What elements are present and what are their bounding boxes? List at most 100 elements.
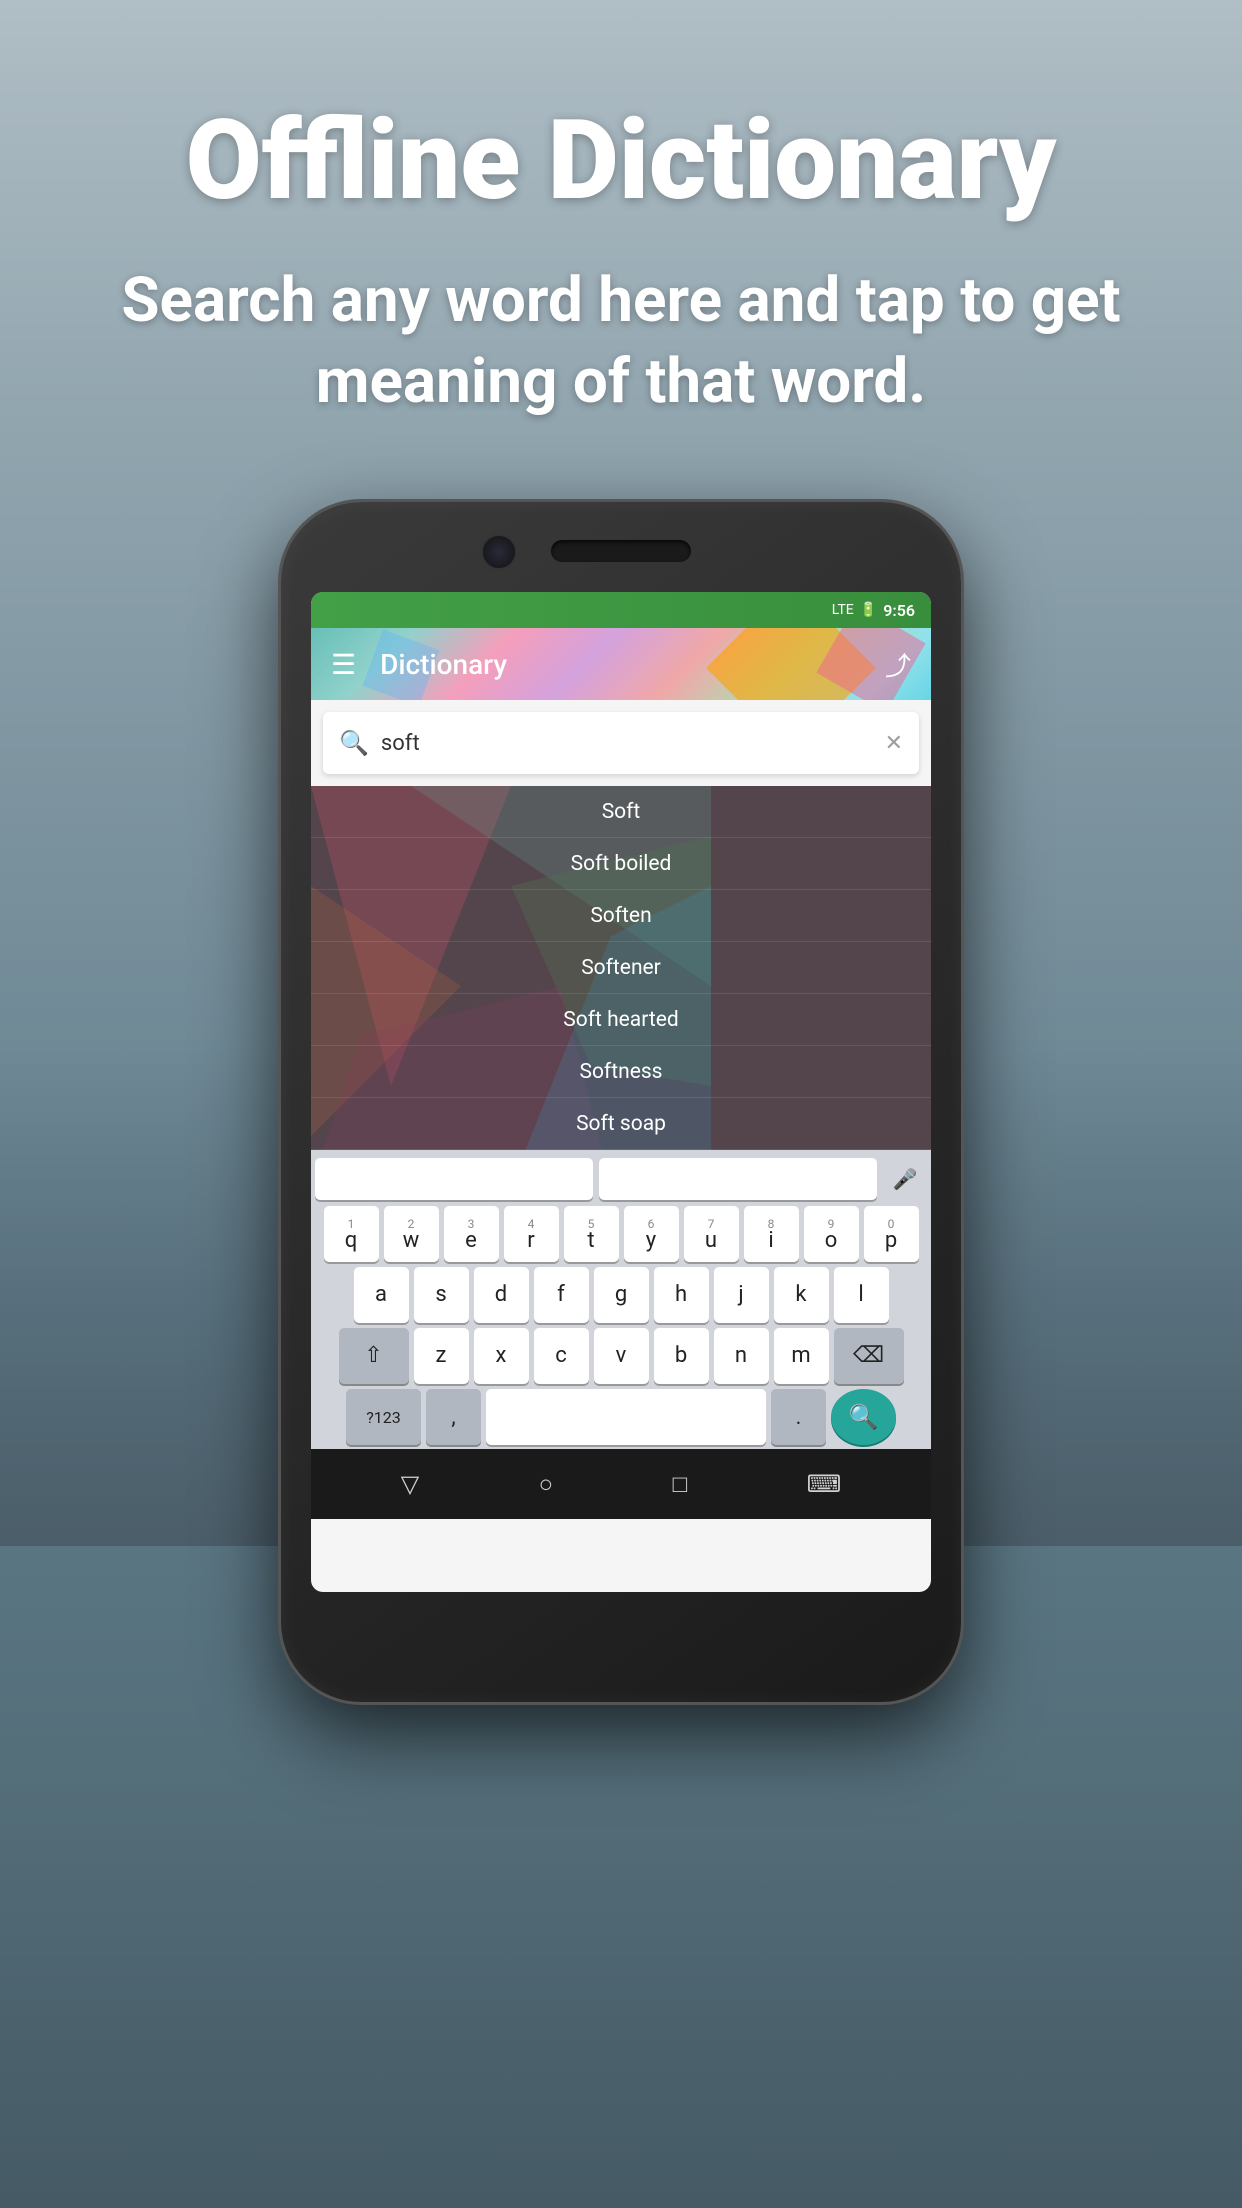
battery-icon: 🔋 [860,602,877,618]
menu-icon[interactable]: ☰ [331,648,356,681]
keyboard-row-2: asdfghjkl [315,1267,927,1323]
suggestion-item[interactable]: Soft soap [311,1098,931,1150]
share-icon[interactable]: ⤴ [885,646,911,683]
key-letter: p [885,1230,897,1252]
key-letter: l [858,1284,863,1306]
key-i[interactable]: 8i [744,1206,799,1262]
app-bar: ☰ Dictionary ⤴ [311,628,931,700]
key-letter: f [557,1284,565,1306]
key-letter: r [527,1230,534,1252]
key-letter: e [465,1230,477,1252]
recent-nav-button[interactable]: □ [673,1470,688,1499]
key-z[interactable]: z [414,1328,469,1384]
key-a[interactable]: a [354,1267,409,1323]
search-bar[interactable]: 🔍 soft ✕ [323,712,919,774]
phone-speaker [551,540,691,562]
suggestion-items: SoftSoft boiledSoftenSoftenerSoft hearte… [311,786,931,1150]
suggestion-item[interactable]: Soften [311,890,931,942]
key-k[interactable]: k [774,1267,829,1323]
key-h[interactable]: h [654,1267,709,1323]
keyboard-nav-button[interactable]: ⌨ [807,1470,842,1498]
key-letter: b [675,1345,687,1367]
phone-body: LTE 🔋 9:56 ☰ Dictionary ⤴ [281,502,961,1702]
search-icon: 🔍 [339,729,369,757]
key-letter: w [403,1230,420,1252]
clear-icon[interactable]: ✕ [885,731,903,756]
key-r[interactable]: 4r [504,1206,559,1262]
key-letter: o [825,1230,838,1252]
status-icons: LTE 🔋 9:56 [832,601,915,620]
key-g[interactable]: g [594,1267,649,1323]
key-letter: x [496,1345,507,1367]
suggestion-item[interactable]: Soft hearted [311,994,931,1046]
keyboard: 🎤 1q2w3e4r5t6y7u8i9o0p a s d f g h j k l ⇧ z x c v b… [311,1150,931,1449]
keyboard-top-row: 🎤 [315,1158,927,1200]
comma-key[interactable]: , [426,1389,481,1445]
app-bar-content: ☰ Dictionary ⤴ [331,646,911,683]
key-letter: s [435,1284,446,1306]
shift-icon: ⇧ [364,1345,382,1367]
key-f[interactable]: f [534,1267,589,1323]
keyboard-spacer-right [599,1158,877,1200]
period-key[interactable]: . [771,1389,826,1445]
key-u[interactable]: 7u [684,1206,739,1262]
lte-icon: LTE [832,602,854,618]
nav-bar: ▽ ○ □ ⌨ [311,1449,931,1519]
space-key[interactable] [486,1389,766,1445]
suggestion-item[interactable]: Softener [311,942,931,994]
key-letter: m [791,1345,810,1367]
home-nav-button[interactable]: ○ [539,1470,554,1499]
key-w[interactable]: 2w [384,1206,439,1262]
shift-key[interactable]: ⇧ [339,1328,409,1384]
key-l[interactable]: l [834,1267,889,1323]
key-c[interactable]: c [534,1328,589,1384]
keyboard-spacer-left [315,1158,593,1200]
key-letter: z [436,1345,447,1367]
key-p[interactable]: 0p [864,1206,919,1262]
mic-button[interactable]: 🎤 [883,1158,927,1200]
key-letter: k [795,1284,806,1306]
key-letter: d [495,1284,507,1306]
key-letter: c [555,1345,567,1367]
suggestion-list: SoftSoft boiledSoftenSoftenerSoft hearte… [311,786,931,1150]
key-o[interactable]: 9o [804,1206,859,1262]
key-letter: v [616,1345,627,1367]
key-letter: j [738,1284,743,1306]
key-letter: q [345,1230,358,1252]
key-m[interactable]: m [774,1328,829,1384]
phone-camera [481,534,517,570]
key-s[interactable]: s [414,1267,469,1323]
mic-icon: 🎤 [893,1167,918,1191]
key-letter: i [768,1230,773,1252]
phone-screen: LTE 🔋 9:56 ☰ Dictionary ⤴ [311,592,931,1592]
key-letter: h [675,1284,687,1306]
keyboard-bottom-row: ?123 , . 🔍 [315,1389,927,1445]
back-nav-button[interactable]: ▽ [401,1470,419,1498]
suggestion-item[interactable]: Softness [311,1046,931,1098]
key-d[interactable]: d [474,1267,529,1323]
key-x[interactable]: x [474,1328,529,1384]
clock: 9:56 [883,601,915,620]
key-v[interactable]: v [594,1328,649,1384]
key-q[interactable]: 1q [324,1206,379,1262]
key-n[interactable]: n [714,1328,769,1384]
keyboard-row-1: 1q2w3e4r5t6y7u8i9o0p [315,1206,927,1262]
key-t[interactable]: 5t [564,1206,619,1262]
search-key[interactable]: 🔍 [831,1389,896,1445]
suggestion-item[interactable]: Soft boiled [311,838,931,890]
key-letter: g [615,1284,627,1306]
suggestion-item[interactable]: Soft [311,786,931,838]
key-j[interactable]: j [714,1267,769,1323]
key-b[interactable]: b [654,1328,709,1384]
app-title: Dictionary [380,648,885,681]
search-input[interactable]: soft [381,731,873,756]
key-y[interactable]: 6y [624,1206,679,1262]
content-wrapper: Offline Dictionary Search any word here … [0,0,1242,2208]
key-letter: a [375,1284,387,1306]
symbols-key[interactable]: ?123 [346,1389,421,1445]
phone-mockup: LTE 🔋 9:56 ☰ Dictionary ⤴ [281,502,961,1702]
key-letter: t [587,1230,594,1252]
key-e[interactable]: 3e [444,1206,499,1262]
delete-key[interactable]: ⌫ [834,1328,904,1384]
key-letter: y [646,1230,656,1252]
